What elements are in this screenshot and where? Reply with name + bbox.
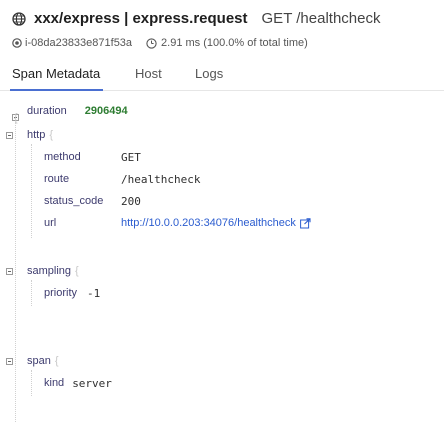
sampling-guide-line (31, 280, 32, 306)
url-link[interactable]: http://10.0.0.203:34076/healthcheck (121, 217, 296, 229)
host-id[interactable]: i-08da23833e871f53a (25, 37, 132, 49)
tab-span-metadata[interactable]: Span Metadata (12, 66, 100, 81)
value-method: GET (121, 150, 141, 164)
value-route: /healthcheck (121, 172, 201, 186)
key-sampling: sampling (27, 265, 72, 277)
external-link-icon[interactable] (300, 217, 311, 229)
sampling-open-brace: { (75, 265, 79, 277)
active-tab-indicator (10, 89, 103, 91)
span-title-row: xxx/express | express.request GET /healt… (12, 10, 380, 27)
value-priority: -1 (87, 286, 101, 300)
span-guide-line (31, 370, 32, 396)
tab-host[interactable]: Host (135, 66, 162, 81)
tree-row-span-kind: kind server (44, 374, 112, 392)
tree-row-http-status-code: status_code 200 (44, 192, 141, 210)
key-duration: duration (27, 105, 67, 117)
root-guide-line (15, 122, 16, 422)
collapse-toggle-sampling[interactable] (6, 268, 13, 275)
span-resource: GET /healthcheck (261, 10, 381, 27)
collapse-toggle-span[interactable] (6, 358, 13, 365)
tree-row-http-method: method GET (44, 148, 141, 166)
key-route: route (44, 173, 70, 185)
tree-row-sampling: sampling { (27, 262, 79, 280)
clock-icon (146, 37, 157, 49)
value-kind: server (72, 376, 112, 390)
key-status-code: status_code (44, 195, 104, 207)
span-duration: 2.91 ms (100.0% of total time) (161, 37, 308, 49)
http-open-brace: { (49, 129, 54, 141)
host-pin-icon (12, 37, 22, 48)
tree-row-span: span { (27, 352, 59, 370)
key-span: span (27, 355, 51, 367)
value-duration: 2906494 (84, 105, 128, 117)
http-guide-line (31, 144, 32, 238)
key-url: url (44, 217, 57, 229)
tree-row-duration: duration 2906494 (27, 102, 128, 120)
tree-row-http: http { (27, 126, 53, 144)
tab-logs[interactable]: Logs (195, 66, 223, 81)
key-priority: priority (44, 287, 78, 299)
tree-row-http-route: route /healthcheck (44, 170, 200, 188)
key-kind: kind (44, 377, 65, 389)
key-method: method (44, 151, 81, 163)
span-open-brace: { (54, 355, 59, 367)
tree-row-http-url: url http://10.0.0.203:34076/healthcheck (44, 214, 311, 232)
tree-row-sampling-priority: priority -1 (44, 284, 100, 302)
key-http: http (27, 129, 46, 141)
span-meta-row: i-08da23833e871f53a 2.91 ms (100.0% of t… (12, 37, 308, 49)
collapse-toggle-http[interactable] (6, 132, 13, 139)
tab-bar: Span Metadata Host Logs (0, 58, 444, 91)
value-status-code: 200 (121, 194, 141, 208)
span-title: xxx/express | express.request (34, 10, 248, 27)
globe-icon (12, 11, 26, 26)
